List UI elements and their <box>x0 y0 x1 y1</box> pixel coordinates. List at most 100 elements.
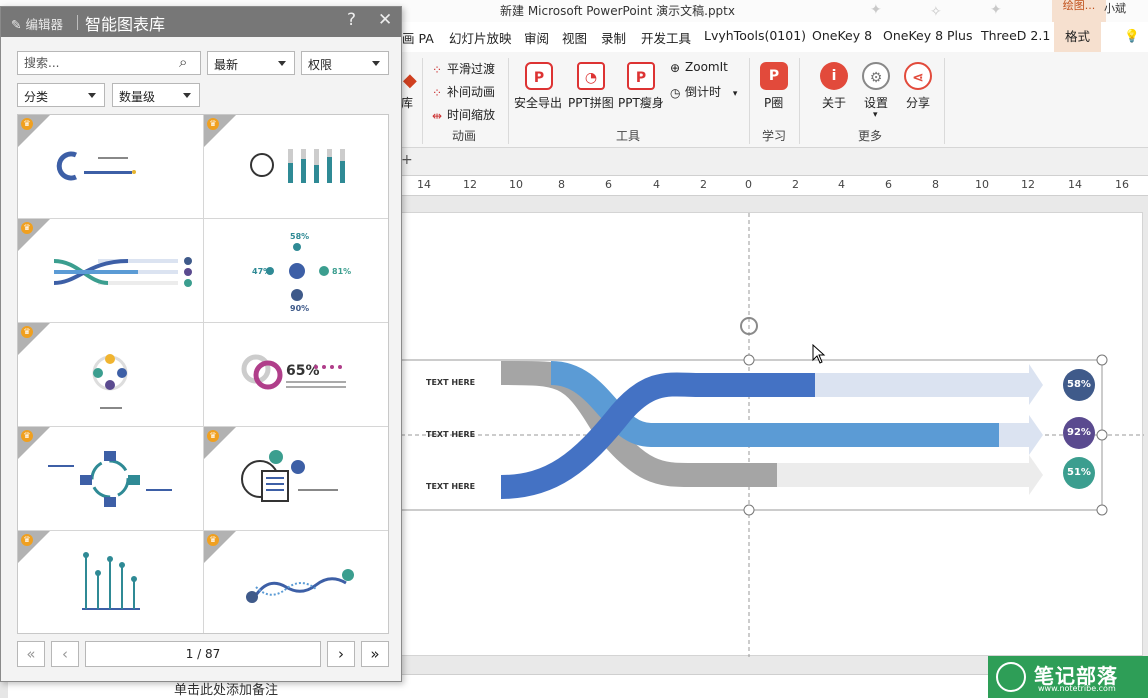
permission-select[interactable]: 权限 <box>301 51 389 75</box>
horizontal-ruler: 14 12 10 8 6 4 2 0 2 4 6 8 10 12 14 16 <box>395 176 1148 196</box>
row-label: TEXT HERE <box>426 378 476 387</box>
settings-chevron-icon[interactable]: ▾ <box>873 110 878 120</box>
group-tools: 工具 <box>616 129 641 143</box>
search-input[interactable] <box>17 51 201 75</box>
tween-icon: ⁘ <box>432 86 443 100</box>
search-icon[interactable]: ⌕ <box>179 53 187 71</box>
time-scale-button[interactable]: ⇹ 时间缩放 <box>432 106 495 123</box>
tab-format[interactable]: 格式 <box>1054 22 1102 52</box>
ppt-puzzle-icon: ◔ <box>577 62 605 90</box>
template-tile[interactable]: ♛ <box>18 427 204 531</box>
safe-export-button[interactable]: 安全导出 <box>514 94 562 111</box>
ruler-label: 10 <box>509 178 523 191</box>
ruler-label: 4 <box>653 178 660 191</box>
group-animation: 动画 <box>452 129 477 143</box>
template-tile[interactable]: ♛ <box>18 115 204 219</box>
percent-badge: 92% <box>1067 427 1091 438</box>
svg-text:47%: 47% <box>252 267 271 276</box>
ppt-puzzle-button[interactable]: PPT拼图 <box>568 94 614 111</box>
percent-badge: 58% <box>1067 379 1091 390</box>
first-page-button[interactable]: « <box>17 641 45 667</box>
chevron-down-icon: ▾ <box>732 89 738 99</box>
tab-view[interactable]: 视图 <box>562 28 587 47</box>
tab-developer[interactable]: 开发工具 <box>641 28 691 47</box>
pagination: « ‹ 1 / 87 › » <box>17 641 389 669</box>
zoomit-button[interactable]: ⊕ ZoomIt <box>670 60 728 75</box>
decor-bird-icon: ✦ <box>990 2 1002 18</box>
smooth-transition-button[interactable]: ⁘ 平滑过渡 <box>432 60 495 77</box>
info-icon: i <box>820 62 848 90</box>
chart-lib-icon: ◆ <box>403 70 417 91</box>
template-tile[interactable]: ♛ <box>204 531 388 633</box>
pen-icon <box>996 662 1026 692</box>
countdown-button[interactable]: ◷ 倒计时 ▾ <box>670 83 737 100</box>
settings-button[interactable]: 设置 <box>864 94 888 111</box>
tile-preview <box>246 569 354 603</box>
infographic-graphic[interactable] <box>401 213 1144 657</box>
template-tile[interactable]: ♛ <box>204 115 388 219</box>
ruler-label: 14 <box>417 178 431 191</box>
template-tile[interactable]: ♛ <box>18 531 204 633</box>
context-tab-header[interactable]: 绘图... <box>1052 0 1106 22</box>
user-name[interactable]: 小斌 <box>1104 0 1126 16</box>
p-circle-button[interactable]: P圈 <box>764 94 783 111</box>
chevron-down-icon <box>183 93 191 98</box>
chevron-down-icon <box>372 61 380 66</box>
ruler-label: 10 <box>975 178 989 191</box>
tab-review[interactable]: 审阅 <box>524 28 549 47</box>
pencil-icon: ✎ <box>11 17 22 32</box>
group-more: 更多 <box>858 129 883 143</box>
prev-page-button[interactable]: ‹ <box>51 641 79 667</box>
template-tile[interactable]: 65% <box>204 323 388 427</box>
template-tile[interactable]: 58% 47% 81% 90% <box>204 219 388 323</box>
sort-select[interactable]: 最新 <box>207 51 295 75</box>
template-tile[interactable]: ♛ <box>18 219 204 323</box>
tween-animation-button[interactable]: ⁘ 补间动画 <box>432 83 495 100</box>
tile-preview: 65% <box>241 354 346 390</box>
window-title: 新建 Microsoft PowerPoint 演示文稿.pptx <box>500 4 735 18</box>
tab-onekey8plus[interactable]: OneKey 8 Plus <box>883 28 972 43</box>
tab-onekey8[interactable]: OneKey 8 <box>812 28 872 43</box>
tab-design[interactable]: 画 PA <box>402 28 434 47</box>
ribbon-separator <box>799 58 800 144</box>
tab-slideshow[interactable]: 幻灯片放映 <box>449 28 512 47</box>
ruler-label: 8 <box>558 178 565 191</box>
lightbulb-icon[interactable]: 💡 <box>1124 28 1140 44</box>
about-button[interactable]: 关于 <box>822 94 846 111</box>
close-icon[interactable]: ✕ <box>378 10 392 30</box>
tile-preview <box>56 151 136 181</box>
svg-text:90%: 90% <box>290 304 309 313</box>
watermark-logo: 笔记部落 www.notetribe.com <box>988 656 1148 698</box>
share-button[interactable]: 分享 <box>906 94 930 111</box>
template-tile[interactable]: ♛ <box>18 323 204 427</box>
svg-text:81%: 81% <box>332 267 351 276</box>
tile-preview <box>53 257 192 287</box>
panel-header[interactable]: ✎ 编辑器 智能图表库 ? ✕ <box>1 7 401 37</box>
tab-threed[interactable]: ThreeD 2.1 <box>981 28 1050 43</box>
add-icon[interactable]: + <box>401 152 413 168</box>
group-study: 学习 <box>762 129 787 143</box>
help-icon[interactable]: ? <box>347 10 356 30</box>
ruler-label: 6 <box>885 178 892 191</box>
tab-lvyhtools[interactable]: LvyhTools(0101) <box>704 28 806 43</box>
editor-button[interactable]: ✎ 编辑器 <box>11 14 63 33</box>
slide[interactable]: TEXT HERE TEXT HERE TEXT HERE 58% 92% 51… <box>400 212 1144 657</box>
template-tile[interactable]: ♛ <box>204 427 388 531</box>
next-page-button[interactable]: › <box>327 641 355 667</box>
ruler-label: 2 <box>792 178 799 191</box>
ppt-slim-button[interactable]: PPT瘦身 <box>618 94 664 111</box>
ribbon-separator <box>422 58 423 144</box>
tile-preview <box>250 149 345 183</box>
ruler-label: 4 <box>838 178 845 191</box>
last-page-button[interactable]: » <box>361 641 389 667</box>
tile-preview <box>241 450 338 502</box>
tab-record[interactable]: 录制 <box>601 28 626 47</box>
tile-preview <box>48 451 172 507</box>
zoom-plus-icon: ⊕ <box>670 61 681 75</box>
level-select[interactable]: 数量级 <box>112 83 200 107</box>
ruler-label: 12 <box>463 178 477 191</box>
gear-icon: ⚙ <box>862 62 890 90</box>
category-select[interactable]: 分类 <box>17 83 105 107</box>
ribbon-partial-label[interactable]: 库 <box>401 94 413 111</box>
row-label: TEXT HERE <box>426 482 476 491</box>
